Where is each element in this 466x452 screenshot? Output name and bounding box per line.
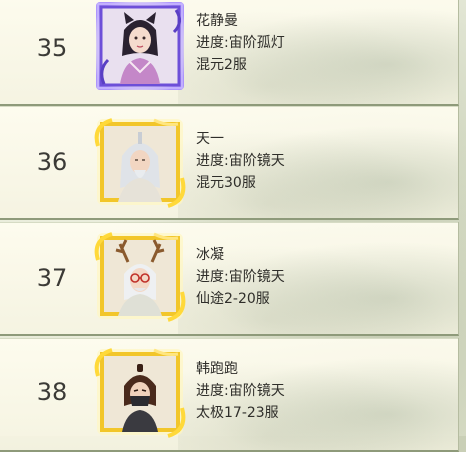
woman-with-cat-ears-icon [96, 2, 184, 90]
avatar-frame-purple[interactable] [94, 0, 186, 92]
ranking-row[interactable]: 35 花静曼 进度:宙阶孤灯 混元2服 [0, 0, 459, 106]
avatar-frame-gold[interactable] [94, 346, 186, 438]
ranking-board: 35 花静曼 进度:宙阶孤灯 混元2服 36 天一 进度:宙阶镜天 混元30服 … [0, 0, 466, 452]
player-progress: 进度:宙阶镜天 [196, 153, 285, 169]
player-progress: 进度:宙阶孤灯 [196, 35, 285, 51]
player-info: 花静曼 进度:宙阶孤灯 混元2服 [196, 10, 285, 76]
masked-swordsman-icon [94, 348, 186, 438]
player-name: 韩跑跑 [196, 361, 238, 377]
ranking-row[interactable]: 36 天一 进度:宙阶镜天 混元30服 [0, 106, 459, 220]
player-server: 混元2服 [196, 57, 247, 73]
player-info: 冰凝 进度:宙阶镜天 仙途2-20服 [196, 244, 285, 310]
player-name: 花静曼 [196, 13, 238, 29]
player-server: 仙途2-20服 [196, 291, 270, 307]
rank-number: 37 [36, 264, 68, 292]
white-haired-elder-icon [94, 118, 186, 208]
ranking-row[interactable]: 37 冰凝 进度:宙阶镜天 仙途2-20服 [0, 222, 459, 336]
player-progress: 进度:宙阶镜天 [196, 383, 285, 399]
player-server: 太极17-23服 [196, 405, 279, 421]
rank-number: 38 [36, 378, 68, 406]
antlered-glasses-character-icon [94, 232, 186, 322]
player-server: 混元30服 [196, 175, 256, 191]
player-name: 天一 [196, 131, 224, 147]
player-info: 韩跑跑 进度:宙阶镜天 太极17-23服 [196, 358, 285, 424]
player-progress: 进度:宙阶镜天 [196, 269, 285, 285]
ranking-row[interactable]: 38 韩跑跑 进度:宙阶镜天 太极17-23服 [0, 338, 459, 452]
avatar-frame-gold[interactable] [94, 230, 186, 322]
rank-number: 36 [36, 148, 68, 176]
avatar-frame-gold[interactable] [94, 116, 186, 208]
player-info: 天一 进度:宙阶镜天 混元30服 [196, 128, 285, 194]
rank-number: 35 [36, 34, 68, 62]
player-name: 冰凝 [196, 247, 224, 263]
